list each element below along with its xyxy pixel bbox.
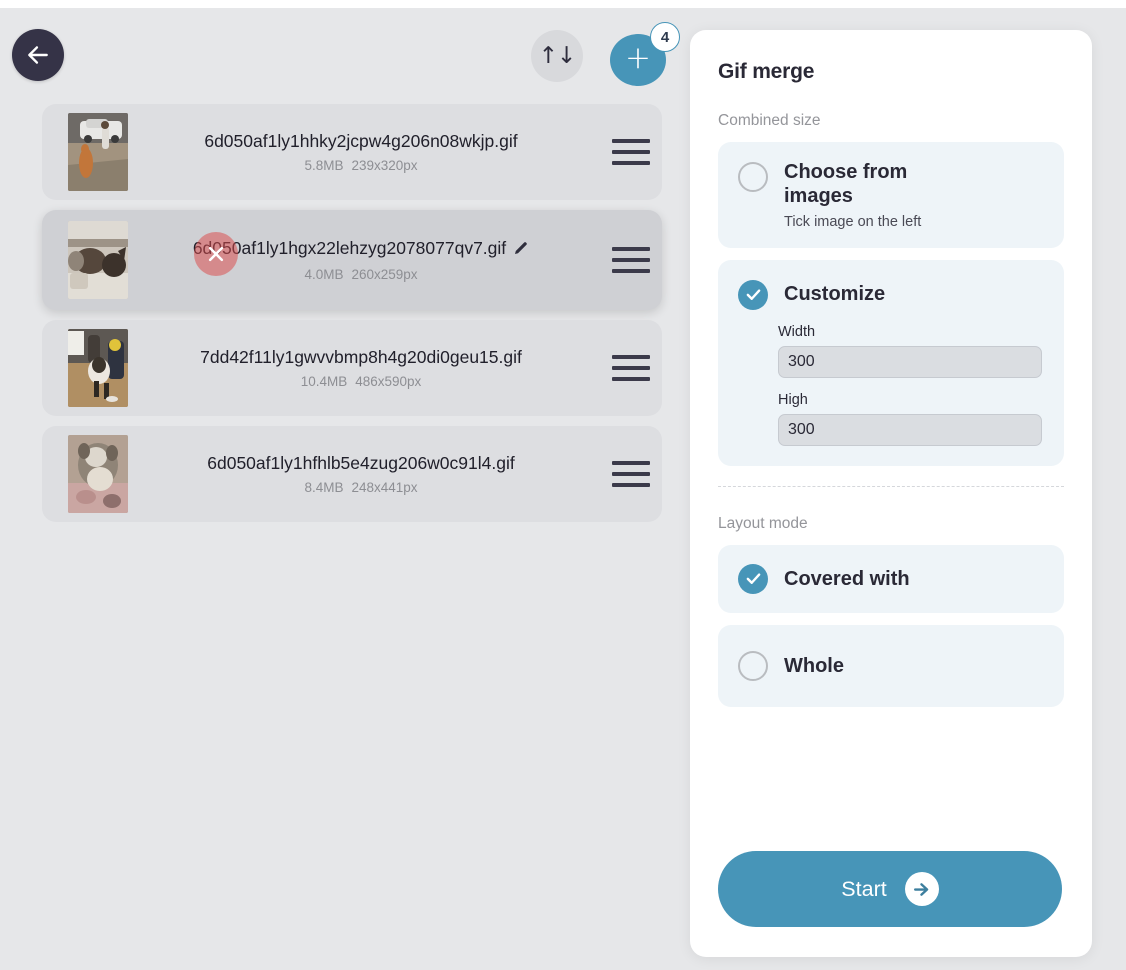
option-choose-from-images[interactable]: Choose from images Tick image on the lef… bbox=[718, 142, 1064, 248]
radio-checked-icon[interactable] bbox=[738, 563, 768, 594]
file-list-pane: ↑↓ + 4 6d050af1ly1hhky2jcpw4g206n08wkjp.… bbox=[0, 8, 690, 970]
file-row[interactable]: 7dd42f11ly1gwvvbmp8h4g20di0geu15.gif 10.4… bbox=[42, 320, 662, 416]
file-thumbnail bbox=[68, 113, 128, 191]
option-title: Customize bbox=[784, 282, 886, 305]
file-name-text: 6d050af1ly1hhky2jcpw4g206n08wkjp.gif bbox=[204, 131, 518, 152]
option-title: Choose from images bbox=[784, 161, 908, 208]
file-info: 6d050af1ly1hfhlb5e4zug206w0c91l4.gif 8.4M… bbox=[128, 453, 600, 495]
toolbar: ↑↓ + 4 bbox=[0, 8, 690, 98]
add-button-wrapper: + 4 bbox=[610, 22, 680, 86]
file-name-text: 7dd42f11ly1gwvvbmp8h4g20di0geu15.gif bbox=[200, 347, 522, 368]
option-subtitle: Tick image on the left bbox=[784, 213, 922, 230]
file-row[interactable]: 6d050af1ly1hgx22lehzyg2078077qv7.gif 4.0M… bbox=[42, 210, 662, 310]
delete-file-button[interactable] bbox=[194, 232, 238, 276]
file-name-text: 6d050af1ly1hfhlb5e4zug206w0c91l4.gif bbox=[207, 453, 515, 474]
file-meta: 5.8MB 239x320px bbox=[128, 158, 594, 173]
file-name: 6d050af1ly1hhky2jcpw4g206n08wkjp.gif bbox=[128, 131, 594, 153]
pencil-edit-icon[interactable] bbox=[513, 240, 529, 262]
drag-handle-icon[interactable] bbox=[600, 355, 662, 381]
radio-unchecked-icon[interactable] bbox=[738, 162, 768, 192]
file-name: 7dd42f11ly1gwvvbmp8h4g20di0geu15.gif bbox=[128, 347, 594, 369]
file-row[interactable]: 6d050af1ly1hhky2jcpw4g206n08wkjp.gif 5.8M… bbox=[42, 104, 662, 200]
height-input[interactable] bbox=[778, 413, 1042, 446]
start-button[interactable]: Start bbox=[718, 851, 1062, 927]
back-button[interactable] bbox=[12, 29, 64, 81]
drag-handle-icon[interactable] bbox=[600, 247, 662, 273]
drag-handle-icon[interactable] bbox=[600, 461, 662, 487]
plus-icon: + bbox=[625, 40, 651, 76]
customize-fields: Width High bbox=[738, 324, 1044, 446]
option-customize[interactable]: Customize Width High bbox=[718, 259, 1064, 466]
sort-updown-icon: ↑↓ bbox=[538, 42, 577, 69]
file-dimensions: 260x259px bbox=[351, 266, 418, 282]
radio-unchecked-icon[interactable] bbox=[738, 650, 768, 681]
start-button-label: Start bbox=[841, 876, 887, 901]
option-title: Whole bbox=[784, 654, 844, 677]
option-body: Choose from images Tick image on the lef… bbox=[784, 160, 1044, 230]
file-meta: 4.0MB 260x259px bbox=[128, 267, 594, 282]
file-size: 5.8MB bbox=[304, 157, 344, 173]
option-covered-with[interactable]: Covered with bbox=[718, 544, 1064, 613]
section-divider bbox=[718, 485, 1064, 487]
file-row[interactable]: 6d050af1ly1hfhlb5e4zug206w0c91l4.gif 8.4M… bbox=[42, 426, 662, 522]
options-panel: Gif merge Combined size Choose from imag… bbox=[690, 30, 1092, 957]
file-meta: 8.4MB 248x441px bbox=[128, 480, 594, 495]
file-size: 8.4MB bbox=[304, 479, 344, 495]
file-name: 6d050af1ly1hfhlb5e4zug206w0c91l4.gif bbox=[128, 453, 594, 475]
arrow-left-icon bbox=[25, 42, 51, 68]
add-count-badge: 4 bbox=[650, 22, 680, 52]
file-size: 10.4MB bbox=[300, 373, 348, 389]
sort-button[interactable]: ↑↓ bbox=[531, 30, 583, 82]
option-title: Covered with bbox=[784, 567, 910, 590]
drag-handle-icon[interactable] bbox=[600, 139, 662, 165]
file-meta: 10.4MB 486x590px bbox=[128, 374, 594, 389]
width-label: Width bbox=[778, 323, 816, 340]
page-title: Gif merge bbox=[718, 60, 815, 83]
file-info: 7dd42f11ly1gwvvbmp8h4g20di0geu15.gif 10.4… bbox=[128, 347, 600, 389]
app-root: ↑↓ + 4 6d050af1ly1hhky2jcpw4g206n08wkjp.… bbox=[0, 8, 1126, 970]
combined-size-label: Combined size bbox=[718, 112, 821, 129]
file-dimensions: 239x320px bbox=[351, 157, 418, 173]
layout-mode-label: Layout mode bbox=[718, 514, 808, 532]
radio-checked-icon[interactable] bbox=[738, 279, 768, 310]
width-input[interactable] bbox=[778, 345, 1042, 378]
file-thumbnail bbox=[68, 221, 128, 299]
arrow-right-icon bbox=[904, 872, 939, 906]
file-size: 4.0MB bbox=[304, 266, 344, 282]
option-whole[interactable]: Whole bbox=[718, 624, 1064, 707]
file-info: 6d050af1ly1hhky2jcpw4g206n08wkjp.gif 5.8M… bbox=[128, 131, 600, 173]
file-thumbnail bbox=[68, 329, 128, 407]
height-label: High bbox=[778, 391, 808, 408]
file-dimensions: 486x590px bbox=[355, 373, 422, 389]
file-name-text: 6d050af1ly1hgx22lehzyg2078077qv7.gif bbox=[192, 238, 507, 259]
file-dimensions: 248x441px bbox=[351, 479, 418, 495]
file-thumbnail bbox=[68, 435, 128, 513]
file-list: 6d050af1ly1hhky2jcpw4g206n08wkjp.gif 5.8M… bbox=[42, 104, 662, 532]
